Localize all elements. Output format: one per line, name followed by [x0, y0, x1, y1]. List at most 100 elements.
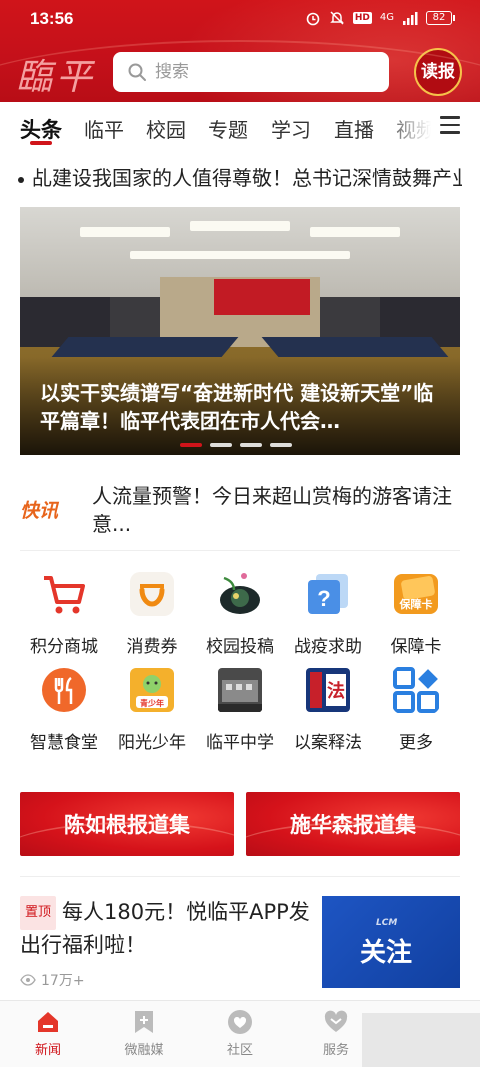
- news-ticker[interactable]: 乩建设我国家的人值得尊敬！总书记深情鼓舞产业: [18, 162, 462, 194]
- carousel-dot[interactable]: [240, 443, 262, 447]
- flash-news[interactable]: 快讯 人流量预警！今日来超山赏梅的游客请注意...: [20, 482, 460, 538]
- status-bar: 13:56 HD 4G 82: [0, 0, 480, 40]
- service-label: 智慧食堂: [30, 733, 98, 753]
- view-count: 17万+: [41, 973, 85, 989]
- tab-campus[interactable]: 校园: [146, 114, 186, 143]
- thumbnail-brand: LCM: [376, 918, 398, 928]
- coupon-icon: [130, 572, 174, 616]
- service-coupon[interactable]: 消费券: [108, 568, 196, 658]
- article-title-block: 置顶 每人180元！悦临平APP发出行福利啦！: [20, 896, 312, 960]
- security-card-icon: 保障卡: [394, 574, 438, 614]
- service-law-cases[interactable]: 法 以案释法: [284, 664, 372, 754]
- network-type: 4G: [379, 12, 394, 23]
- status-time: 13:56: [30, 9, 74, 28]
- hero-photo-light: [310, 227, 400, 237]
- service-epidemic-help[interactable]: ? 战疫求助: [284, 568, 372, 658]
- nav-label: 服务: [322, 1043, 349, 1058]
- flash-news-badge: 快讯: [20, 500, 59, 522]
- youth-icon: 青少年: [130, 668, 174, 712]
- nav-label: 微融媒: [124, 1043, 164, 1058]
- tab-linping[interactable]: 临平: [84, 114, 124, 143]
- tab-headlines[interactable]: 头条: [20, 114, 62, 144]
- ticker-text: 乩建设我国家的人值得尊敬！总书记深情鼓舞产业: [32, 166, 462, 190]
- article-thumbnail: LCM 关注: [322, 896, 460, 988]
- carousel-dot[interactable]: [270, 443, 292, 447]
- service-smart-canteen[interactable]: 智慧食堂: [20, 664, 108, 754]
- article-meta: 17万+: [20, 970, 85, 990]
- tab-study[interactable]: 学习: [271, 114, 311, 143]
- pinned-badge: 置顶: [20, 896, 57, 930]
- service-label: 临平中学: [206, 733, 274, 753]
- hero-photo-light: [80, 227, 170, 237]
- carousel-dot[interactable]: [210, 443, 232, 447]
- ticker-bullet: [18, 176, 24, 183]
- hero-photo-light: [130, 251, 350, 259]
- carousel-dot-active[interactable]: [180, 443, 202, 447]
- media-icon: [135, 1011, 153, 1033]
- thumbnail-text: 关注: [360, 938, 413, 968]
- svg-text:法: 法: [327, 680, 345, 702]
- service-label: 积分商城: [30, 637, 98, 657]
- cart-icon: [44, 576, 85, 614]
- search-bar[interactable]: [113, 52, 389, 92]
- service-label: 消费券: [126, 637, 178, 657]
- svg-text:?: ?: [317, 586, 330, 611]
- service-label: 战疫求助: [294, 637, 362, 657]
- channel-menu-icon[interactable]: [440, 116, 460, 136]
- hero-photo-backdrop: [214, 279, 310, 315]
- mute-icon: [330, 11, 344, 25]
- nav-news[interactable]: 新闻: [8, 1009, 88, 1058]
- active-tab-indicator: [30, 141, 52, 145]
- service-sunshine-youth[interactable]: 青少年 阳光少年: [108, 664, 196, 754]
- service-label: 阳光少年: [118, 733, 186, 753]
- nav-label: 新闻: [34, 1043, 61, 1058]
- nav-community[interactable]: 社区: [200, 1009, 280, 1058]
- divider: [20, 550, 460, 551]
- svg-text:保障卡: 保障卡: [399, 597, 433, 611]
- service-points-mall[interactable]: 积分商城: [20, 568, 108, 658]
- alarm-icon: [306, 12, 320, 26]
- service-label: 更多: [399, 733, 433, 753]
- bottom-navigation: 新闻 微融媒 社区 服务: [0, 1000, 480, 1067]
- hero-photo-table: [261, 337, 449, 357]
- status-icons: HD 4G 82: [305, 10, 455, 26]
- article-title: 每人180元！悦临平APP发出行福利啦！: [20, 900, 310, 957]
- promo-banner-shi[interactable]: 施华森报道集: [246, 792, 460, 856]
- flash-news-text: 人流量预警！今日来超山赏梅的游客请注意...: [92, 484, 452, 536]
- service-linping-middle-school[interactable]: 临平中学: [196, 664, 284, 754]
- hero-carousel[interactable]: 以实干实绩谱写“奋进新时代 建设新天堂”临平篇章！临平代表团在市人代会…: [20, 207, 460, 455]
- service-campus-submission[interactable]: 校园投稿: [196, 568, 284, 658]
- hero-photo-table: [51, 337, 239, 357]
- promo-label: 施华森报道集: [290, 812, 416, 837]
- service-more[interactable]: 更多: [372, 664, 460, 754]
- hero-photo-light: [190, 221, 290, 231]
- carousel-dots: [180, 443, 292, 447]
- app-header: 13:56 HD 4G 82 臨平 读报: [0, 0, 480, 102]
- article-card[interactable]: 置顶 每人180元！悦临平APP发出行福利啦！ 17万+ LCM 关注: [20, 896, 460, 992]
- search-input[interactable]: [155, 62, 375, 82]
- service-heart-icon: [324, 1010, 348, 1032]
- app-logo: 臨平: [16, 57, 97, 98]
- canteen-icon: [42, 668, 86, 712]
- nav-media[interactable]: 微融媒: [104, 1009, 184, 1058]
- read-newspaper-button[interactable]: 读报: [414, 48, 462, 96]
- service-label: 以案释法: [294, 733, 362, 753]
- search-icon: [128, 63, 146, 81]
- help-icon: ?: [308, 574, 348, 614]
- promo-banner-chen[interactable]: 陈如根报道集: [20, 792, 234, 856]
- promo-label: 陈如根报道集: [64, 812, 190, 837]
- hero-caption: 以实干实绩谱写“奋进新时代 建设新天堂”临平篇章！临平代表团在市人代会…: [40, 381, 434, 433]
- law-icon: 法: [306, 668, 350, 712]
- community-icon: [228, 1010, 252, 1034]
- service-label: 校园投稿: [206, 637, 274, 657]
- hd-icon: HD: [352, 12, 372, 24]
- eye-icon: [20, 974, 36, 986]
- service-security-card[interactable]: 保障卡 保障卡: [372, 568, 460, 658]
- school-submission-icon: [220, 573, 260, 614]
- tab-special[interactable]: 专题: [208, 114, 248, 143]
- middle-school-icon: [218, 668, 262, 712]
- tab-live[interactable]: 直播: [334, 114, 374, 143]
- nav-label: 社区: [226, 1043, 253, 1058]
- battery-icon: 82: [426, 11, 455, 25]
- service-label: 保障卡: [390, 637, 442, 657]
